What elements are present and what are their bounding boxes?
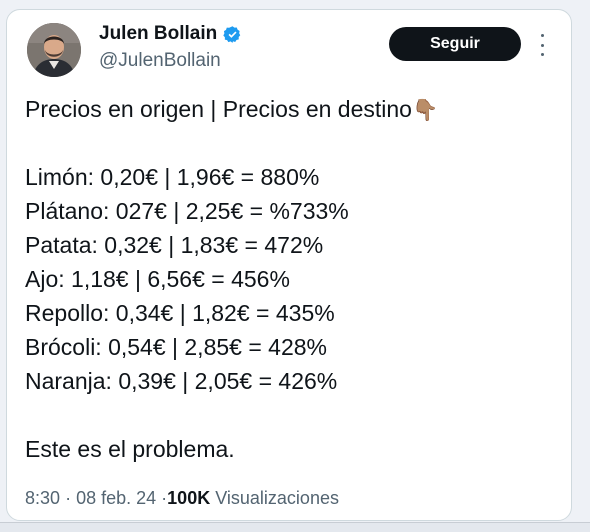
author-name[interactable]: Julen Bollain — [99, 23, 217, 45]
tweet-closing-line: Este es el problema. — [25, 436, 235, 462]
author-handle[interactable]: @JulenBollain — [99, 50, 221, 72]
tweet-date[interactable]: 08 feb. 24 — [76, 488, 156, 508]
price-line: Brócoli: 0,54€ | 2,85€ = 428% — [25, 334, 327, 360]
author-name-row: Julen Bollain — [99, 23, 242, 45]
price-line: Plátano: 027€ | 2,25€ = %733% — [25, 198, 349, 224]
price-line: Limón: 0,20€ | 1,96€ = 880% — [25, 164, 320, 190]
more-options-icon[interactable] — [537, 34, 547, 56]
views-count: 100K — [167, 488, 211, 508]
views-label: Visualizaciones — [215, 488, 339, 508]
tweet-card: Julen Bollain @JulenBollain Seguir Preci… — [6, 9, 572, 521]
verified-badge-icon — [223, 25, 241, 43]
price-line: Naranja: 0,39€ | 2,05€ = 426% — [25, 368, 338, 394]
tweet-text: Precios en origen | Precios en destino👇🏽… — [25, 92, 559, 466]
price-line: Patata: 0,32€ | 1,83€ = 472% — [25, 232, 324, 258]
meta-separator: · — [65, 488, 72, 508]
price-line: Repollo: 0,34€ | 1,82€ = 435% — [25, 300, 335, 326]
tweet-header-line: Precios en origen | Precios en destino👇🏽 — [25, 96, 439, 122]
pointing-down-hand-icon: 👇🏽 — [411, 99, 439, 122]
price-line: Ajo: 1,18€ | 6,56€ = 456% — [25, 266, 290, 292]
tweet-time[interactable]: 8:30 — [25, 488, 60, 508]
tweet-meta: 8:30 · 08 feb. 24 ·100K Visualizaciones — [25, 488, 339, 509]
follow-button[interactable]: Seguir — [389, 27, 521, 61]
avatar[interactable] — [27, 23, 81, 77]
